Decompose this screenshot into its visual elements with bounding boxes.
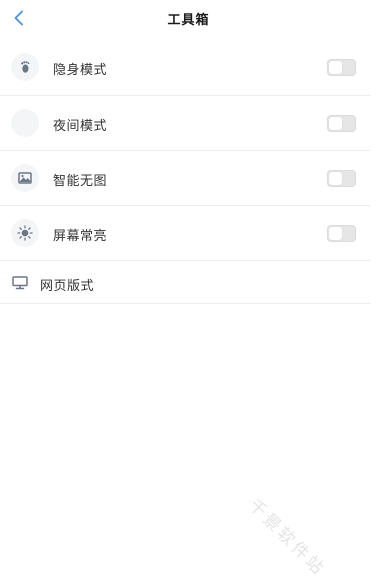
incognito-mode-label: 隐身模式 [53,62,108,77]
menu-item-incognito: 隐身模式 [0,40,370,96]
monitor-icon [12,276,28,290]
sun-icon [11,219,39,247]
page-title: 工具箱 [167,12,210,27]
watermark: 千景软件站 [244,495,330,580]
menu-list: 隐身模式 夜间模式 智能无图 屏幕常亮 网页版式 [0,40,370,304]
menu-item-no-image: 智能无图 [0,151,370,206]
night-mode-toggle[interactable] [327,115,356,132]
screen-always-on-label: 屏幕常亮 [53,228,108,243]
incognito-mode-toggle[interactable] [327,59,356,76]
toggle-knob [329,172,342,185]
toggle-knob [329,227,342,240]
web-layout-label: 网页版式 [40,278,95,293]
menu-item-web-layout[interactable]: 网页版式 [0,261,370,304]
image-icon [11,164,39,192]
menu-item-screen-on: 屏幕常亮 [0,206,370,261]
menu-item-night-mode: 夜间模式 [0,96,370,151]
nav-bar: 工具箱 [0,0,377,38]
smart-no-image-toggle[interactable] [327,170,356,187]
footprint-icon [11,53,39,81]
toggle-knob [329,61,342,74]
smart-no-image-label: 智能无图 [53,173,108,188]
night-mode-label: 夜间模式 [53,118,108,133]
screen-always-on-toggle[interactable] [327,225,356,242]
toggle-knob [329,117,342,130]
moon-icon [11,109,39,137]
